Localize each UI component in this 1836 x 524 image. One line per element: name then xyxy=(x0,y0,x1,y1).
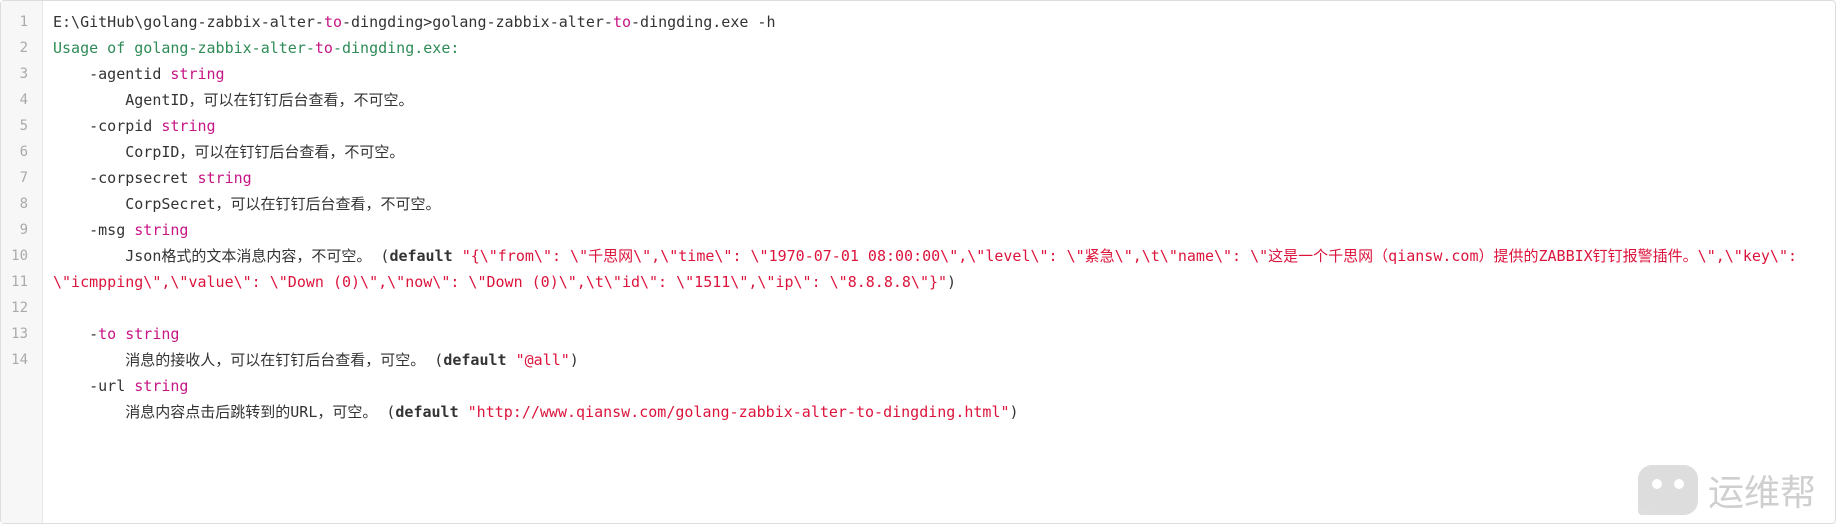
code-line: Usage of golang-zabbix-alter-to-dingding… xyxy=(53,35,1825,61)
line-number: 4 xyxy=(1,87,34,113)
type: string xyxy=(134,221,188,239)
line-number: 3 xyxy=(1,61,34,87)
default-keyword: default xyxy=(395,403,458,421)
code-line: -to string xyxy=(53,321,1825,347)
code-line: CorpID，可以在钉钉后台查看，不可空。 xyxy=(53,139,1825,165)
line-number: 13 xyxy=(1,321,34,347)
string-literal: "http://www.qiansw.com/golang-zabbix-alt… xyxy=(468,403,1010,421)
line-number: 2 xyxy=(1,35,34,61)
code-line: AgentID，可以在钉钉后台查看，不可空。 xyxy=(53,87,1825,113)
text: -dingding.exe -h xyxy=(631,13,776,31)
text xyxy=(453,247,462,265)
default-keyword: default xyxy=(443,351,506,369)
code-line: -corpid string xyxy=(53,113,1825,139)
type: string xyxy=(198,169,252,187)
flag: - xyxy=(53,325,98,343)
keyword-to: to xyxy=(613,13,631,31)
code-line: 消息内容点击后跳转到的URL，可空。 (default "http://www.… xyxy=(53,399,1825,425)
code-line: -agentid string xyxy=(53,61,1825,87)
flag: -corpid xyxy=(53,117,161,135)
string-literal: "@all" xyxy=(516,351,570,369)
usage-text: -dingding.exe: xyxy=(333,39,459,57)
line-number: 14 xyxy=(1,347,34,373)
flag: -corpsecret xyxy=(53,169,198,187)
code-line: Json格式的文本消息内容，不可空。 (default "{\"from\": … xyxy=(53,243,1825,321)
code-block: 1 2 3 4 5 6 7 8 9 10 11 12 13 14 E:\GitH… xyxy=(0,0,1836,524)
description: CorpSecret，可以在钉钉后台查看，不可空。 xyxy=(53,195,441,213)
line-number: 11 xyxy=(1,269,34,295)
code-line: -url string xyxy=(53,373,1825,399)
keyword-to: to xyxy=(315,39,333,57)
line-number: 1 xyxy=(1,9,34,35)
usage-text: Usage of golang-zabbix-alter- xyxy=(53,39,315,57)
type: string xyxy=(161,117,215,135)
description: Json格式的文本消息内容，不可空。 ( xyxy=(53,247,389,265)
flag: -msg xyxy=(53,221,134,239)
line-number-gutter: 1 2 3 4 5 6 7 8 9 10 11 12 13 14 xyxy=(1,1,43,523)
description: CorpID，可以在钉钉后台查看，不可空。 xyxy=(53,143,404,161)
text: ) xyxy=(947,273,956,291)
code-line: E:\GitHub\golang-zabbix-alter-to-dingdin… xyxy=(53,9,1825,35)
text: -dingding>golang-zabbix-alter- xyxy=(342,13,613,31)
text: ) xyxy=(570,351,579,369)
code-line: 消息的接收人，可以在钉钉后台查看，可空。 (default "@all") xyxy=(53,347,1825,373)
type: string xyxy=(170,65,224,83)
flag: -url xyxy=(53,377,134,395)
type: string xyxy=(134,377,188,395)
text: E:\GitHub\golang-zabbix-alter- xyxy=(53,13,324,31)
line-number: 9 xyxy=(1,217,34,243)
code-line: -corpsecret string xyxy=(53,165,1825,191)
code-line: CorpSecret，可以在钉钉后台查看，不可空。 xyxy=(53,191,1825,217)
description: 消息内容点击后跳转到的URL，可空。 ( xyxy=(53,403,395,421)
code-content[interactable]: E:\GitHub\golang-zabbix-alter-to-dingdin… xyxy=(43,1,1835,523)
keyword-to: to xyxy=(324,13,342,31)
text: ) xyxy=(1010,403,1019,421)
description: AgentID，可以在钉钉后台查看，不可空。 xyxy=(53,91,413,109)
keyword-to: to xyxy=(98,325,116,343)
line-number: 5 xyxy=(1,113,34,139)
line-number: 6 xyxy=(1,139,34,165)
line-number: 12 xyxy=(1,295,34,321)
line-number: 8 xyxy=(1,191,34,217)
description: 消息的接收人，可以在钉钉后台查看，可空。 ( xyxy=(53,351,443,369)
default-keyword: default xyxy=(389,247,452,265)
code-line: -msg string xyxy=(53,217,1825,243)
type: string xyxy=(125,325,179,343)
text xyxy=(459,403,468,421)
line-number: 7 xyxy=(1,165,34,191)
line-number: 10 xyxy=(1,243,34,269)
text xyxy=(116,325,125,343)
text xyxy=(507,351,516,369)
flag: -agentid xyxy=(53,65,170,83)
